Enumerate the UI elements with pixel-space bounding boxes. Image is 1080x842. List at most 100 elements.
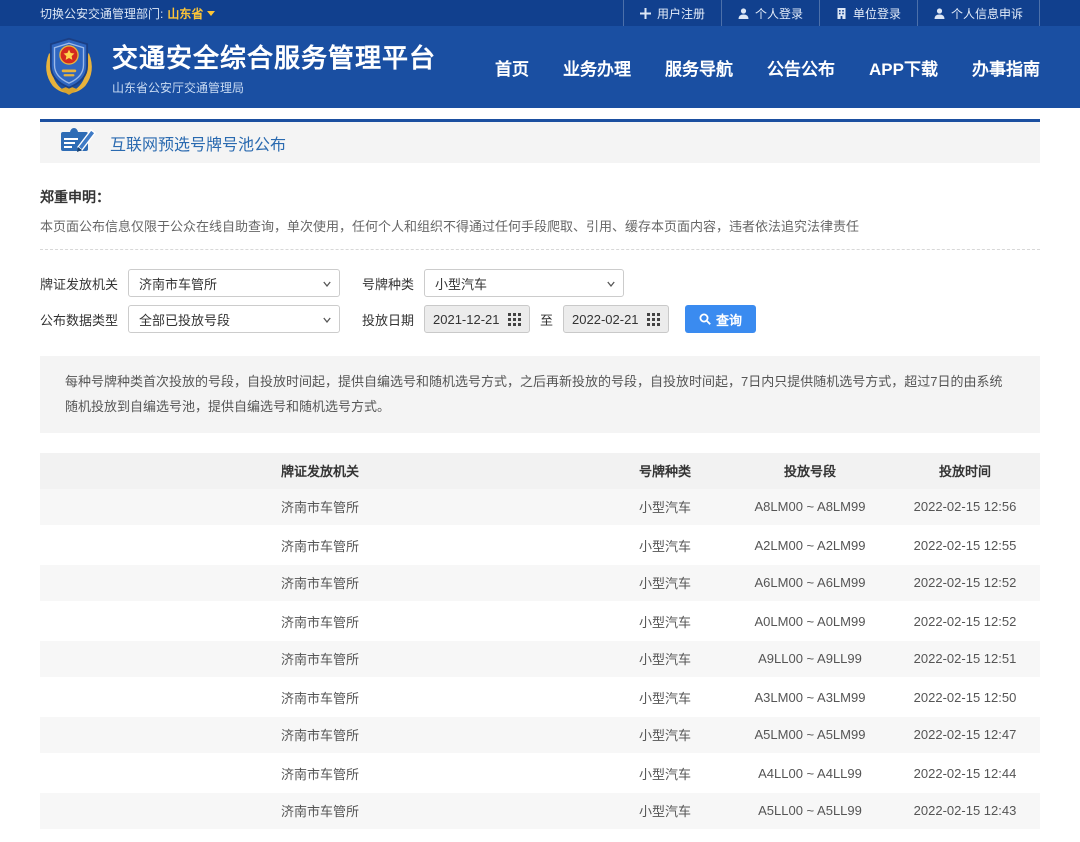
table-row: 济南市车管所小型汽车A0LM00 ~ A0LM992022-02-15 12:5… [40, 603, 1040, 641]
table-cell: 小型汽车 [600, 649, 730, 668]
calendar-grid-icon [647, 313, 660, 326]
topbar-link-用户注册[interactable]: 用户注册 [623, 0, 722, 26]
table-row: 济南市车管所小型汽车A5LM00 ~ A5LM992022-02-15 12:4… [40, 717, 1040, 755]
table-cell: 小型汽车 [600, 612, 730, 631]
table-cell: A2LM00 ~ A2LM99 [730, 538, 890, 553]
table-cell: 济南市车管所 [40, 801, 600, 820]
issuing-authority-select[interactable]: 济南市车管所 [128, 269, 340, 297]
date-to-value: 2022-02-21 [572, 312, 639, 327]
date-from-value: 2021-12-21 [433, 312, 500, 327]
table-cell: 济南市车管所 [40, 536, 600, 555]
date-to-input[interactable]: 2022-02-21 [563, 305, 669, 333]
table-cell: 2022-02-15 12:51 [890, 651, 1040, 666]
nav-item-服务导航[interactable]: 服务导航 [665, 55, 733, 80]
chevron-down-icon [323, 316, 331, 324]
table-cell: 济南市车管所 [40, 688, 600, 707]
nav-item-办事指南[interactable]: 办事指南 [972, 55, 1040, 80]
table-row: 济南市车管所小型汽车A4LM00 ~ A4LM992022-02-15 12:3… [40, 831, 1040, 842]
calendar-grid-icon [508, 313, 521, 326]
table-cell: A4LL00 ~ A4LL99 [730, 766, 890, 781]
table-cell: 2022-02-15 12:44 [890, 766, 1040, 781]
main-nav: 首页 业务办理 服务导航 公告公布 APP下载 办事指南 [495, 55, 1040, 80]
topbar-link-单位登录[interactable]: 单位登录 [820, 0, 918, 26]
column-header: 投放时间 [890, 461, 1040, 480]
table-cell: 小型汽车 [600, 497, 730, 516]
table-cell: 小型汽车 [600, 725, 730, 744]
issuing-authority-label: 牌证发放机关 [40, 274, 118, 293]
issuing-authority-value: 济南市车管所 [139, 274, 217, 293]
table-cell: A8LM00 ~ A8LM99 [730, 499, 890, 514]
plate-pool-table: 牌证发放机关号牌种类投放号段投放时间 济南市车管所小型汽车A8LM00 ~ A8… [40, 453, 1040, 842]
plate-type-select[interactable]: 小型汽车 [424, 269, 624, 297]
table-cell: A5LM00 ~ A5LM99 [730, 727, 890, 742]
card-pen-icon [60, 127, 96, 158]
plate-type-value: 小型汽车 [435, 274, 487, 293]
site-title: 交通安全综合服务管理平台 [112, 38, 436, 75]
table-cell: A6LM00 ~ A6LM99 [730, 575, 890, 590]
building-icon [836, 8, 847, 19]
filter-panel: 牌证发放机关 济南市车管所 号牌种类 小型汽车 公布数据类型 全部已投放号段 投… [40, 268, 1040, 334]
search-button-label: 查询 [716, 310, 742, 329]
column-header: 号牌种类 [600, 461, 730, 480]
plus-icon [640, 8, 651, 19]
nav-item-APP下载[interactable]: APP下载 [869, 55, 938, 80]
table-cell: 小型汽车 [600, 801, 730, 820]
table-row: 济南市车管所小型汽车A8LM00 ~ A8LM992022-02-15 12:5… [40, 489, 1040, 527]
table-cell: 济南市车管所 [40, 612, 600, 631]
declaration: 郑重申明： 本页面公布信息仅限于公众在线自助查询，单次使用，任何个人和组织不得通… [40, 187, 1040, 250]
column-header: 牌证发放机关 [40, 461, 600, 480]
nav-item-首页[interactable]: 首页 [495, 55, 529, 80]
header: 交通安全综合服务管理平台 山东省公安厅交通管理局 首页 业务办理 服务导航 公告公布 A… [0, 26, 1080, 108]
data-type-value: 全部已投放号段 [139, 310, 230, 329]
date-from-input[interactable]: 2021-12-21 [424, 305, 530, 333]
nav-item-业务办理[interactable]: 业务办理 [563, 55, 631, 80]
table-cell: 济南市车管所 [40, 649, 600, 668]
chevron-down-icon [207, 11, 215, 16]
table-cell: 2022-02-15 12:56 [890, 499, 1040, 514]
brand: 交通安全综合服务管理平台 山东省公安厅交通管理局 [40, 35, 436, 100]
table-cell: 小型汽车 [600, 573, 730, 592]
chevron-down-icon [607, 280, 615, 288]
page-title-bar: 互联网预选号牌号池公布 [40, 119, 1040, 163]
table-cell: A5LL00 ~ A5LL99 [730, 803, 890, 818]
region-dropdown[interactable]: 山东省 [167, 5, 215, 22]
topbar: 切换公安交通管理部门: 山东省 用户注册个人登录单位登录个人信息申诉 [0, 0, 1080, 26]
table-cell: 2022-02-15 12:55 [890, 538, 1040, 553]
topbar-link-个人信息申诉[interactable]: 个人信息申诉 [918, 0, 1040, 26]
data-type-select[interactable]: 全部已投放号段 [128, 305, 340, 333]
column-header: 投放号段 [730, 461, 890, 480]
declaration-body: 本页面公布信息仅限于公众在线自助查询，单次使用，任何个人和组织不得通过任何手段爬… [40, 216, 1040, 235]
table-cell: 2022-02-15 12:52 [890, 614, 1040, 629]
nav-item-公告公布[interactable]: 公告公布 [767, 55, 835, 80]
date-range-label: 投放日期 [362, 310, 414, 329]
table-cell: 济南市车管所 [40, 764, 600, 783]
table-cell: 2022-02-15 12:47 [890, 727, 1040, 742]
topbar-link-label: 单位登录 [853, 5, 901, 22]
table-row: 济南市车管所小型汽车A9LL00 ~ A9LL992022-02-15 12:5… [40, 641, 1040, 679]
police-badge-logo [40, 35, 98, 100]
person-icon [738, 8, 749, 19]
table-cell: 小型汽车 [600, 688, 730, 707]
topbar-link-个人登录[interactable]: 个人登录 [722, 0, 820, 26]
person-icon [934, 8, 945, 19]
table-cell: 济南市车管所 [40, 497, 600, 516]
table-cell: 2022-02-15 12:50 [890, 690, 1040, 705]
table-cell: A9LL00 ~ A9LL99 [730, 651, 890, 666]
topbar-link-label: 个人信息申诉 [951, 5, 1023, 22]
table-cell: A0LM00 ~ A0LM99 [730, 614, 890, 629]
table-row: 济南市车管所小型汽车A6LM00 ~ A6LM992022-02-15 12:5… [40, 565, 1040, 603]
date-to-label: 至 [540, 310, 553, 329]
region-value: 山东省 [167, 5, 203, 22]
data-type-label: 公布数据类型 [40, 310, 118, 329]
table-body: 济南市车管所小型汽车A8LM00 ~ A8LM992022-02-15 12:5… [40, 489, 1040, 842]
table-cell: 2022-02-15 12:52 [890, 575, 1040, 590]
table-header-row: 牌证发放机关号牌种类投放号段投放时间 [40, 453, 1040, 489]
search-button[interactable]: 查询 [685, 305, 756, 333]
table-row: 济南市车管所小型汽车A4LL00 ~ A4LL992022-02-15 12:4… [40, 755, 1040, 793]
table-cell: 济南市车管所 [40, 573, 600, 592]
declaration-heading: 郑重申明： [40, 187, 1040, 207]
chevron-down-icon [323, 280, 331, 288]
page-title: 互联网预选号牌号池公布 [110, 131, 286, 155]
table-cell: 小型汽车 [600, 764, 730, 783]
plate-type-label: 号牌种类 [362, 274, 414, 293]
